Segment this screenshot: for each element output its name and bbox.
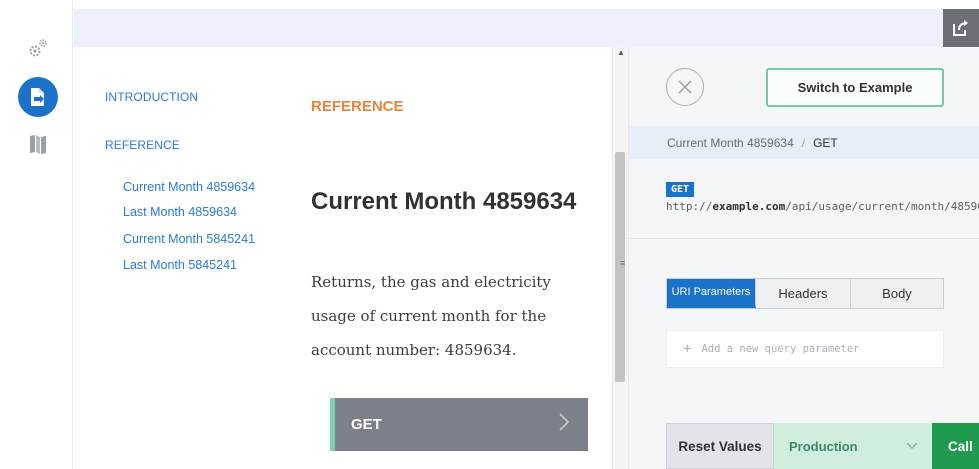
breadcrumb-separator: / [801,135,806,150]
call-button[interactable]: Call [932,423,979,469]
environment-select[interactable]: Production [774,423,932,469]
query-parameter-input[interactable]: + Add a new query parameter [666,330,944,368]
tab-body[interactable]: Body [851,279,943,308]
page-title: Current Month 4859634 [311,188,577,215]
share-button[interactable] [943,9,979,47]
breadcrumb-method: GET [813,135,838,150]
app-root: INTRODUCTION REFERENCE Current Month 485… [0,0,979,469]
breadcrumb-endpoint[interactable]: Current Month 4859634 [667,136,794,150]
scroll-up-arrow-icon[interactable]: ▲ [617,48,625,57]
left-rail [0,0,73,469]
nav-introduction[interactable]: INTRODUCTION [105,90,198,104]
url-prefix: http:// [666,200,713,213]
url-host: example.com [712,200,786,213]
close-icon [678,80,692,94]
method-badge: GET [666,182,695,197]
api-console-panel [628,47,979,469]
close-button[interactable] [666,68,704,106]
nav-item-last-month-4859634[interactable]: Last Month 4859634 [123,205,237,219]
share-icon [953,20,968,36]
nav-item-current-month-5845241[interactable]: Current Month 5845241 [123,232,255,246]
method-bar[interactable]: GET [330,398,588,451]
request-tabs: URI Parameters Headers Body [666,278,944,309]
gears-icon[interactable] [27,37,49,59]
console-actions: Reset Values Production Call [666,423,979,469]
tab-uri-parameters[interactable]: URI Parameters [667,279,756,308]
plus-icon: + [683,341,692,357]
method-bar-label: GET [351,416,382,433]
tab-headers[interactable]: Headers [756,279,851,308]
query-parameter-placeholder: Add a new query parameter [701,343,860,355]
reset-values-button[interactable]: Reset Values [666,423,774,469]
splitter-handle-icon[interactable]: ≡ [620,258,625,268]
map-icon[interactable] [29,134,47,154]
panel-divider [629,238,979,239]
nav-item-last-month-5845241[interactable]: Last Month 5845241 [123,258,237,272]
nav-reference[interactable]: REFERENCE [105,138,180,152]
document-icon[interactable] [18,77,58,117]
section-heading: REFERENCE [311,98,404,115]
endpoint-description: Returns, the gas and electricity usage o… [311,273,551,359]
environment-value: Production [789,438,858,454]
top-bar [74,9,979,47]
breadcrumb: Current Month 4859634 / GET [629,126,979,159]
nav-item-current-month-4859634[interactable]: Current Month 4859634 [123,180,255,194]
url-path: /api/usage/current/month/4859634 [785,200,979,213]
chevron-down-icon [906,439,918,453]
switch-to-example-button[interactable]: Switch to Example [766,68,944,107]
chevron-right-icon [558,412,570,438]
request-url: GET http://example.com/api/usage/current/… [666,180,979,216]
